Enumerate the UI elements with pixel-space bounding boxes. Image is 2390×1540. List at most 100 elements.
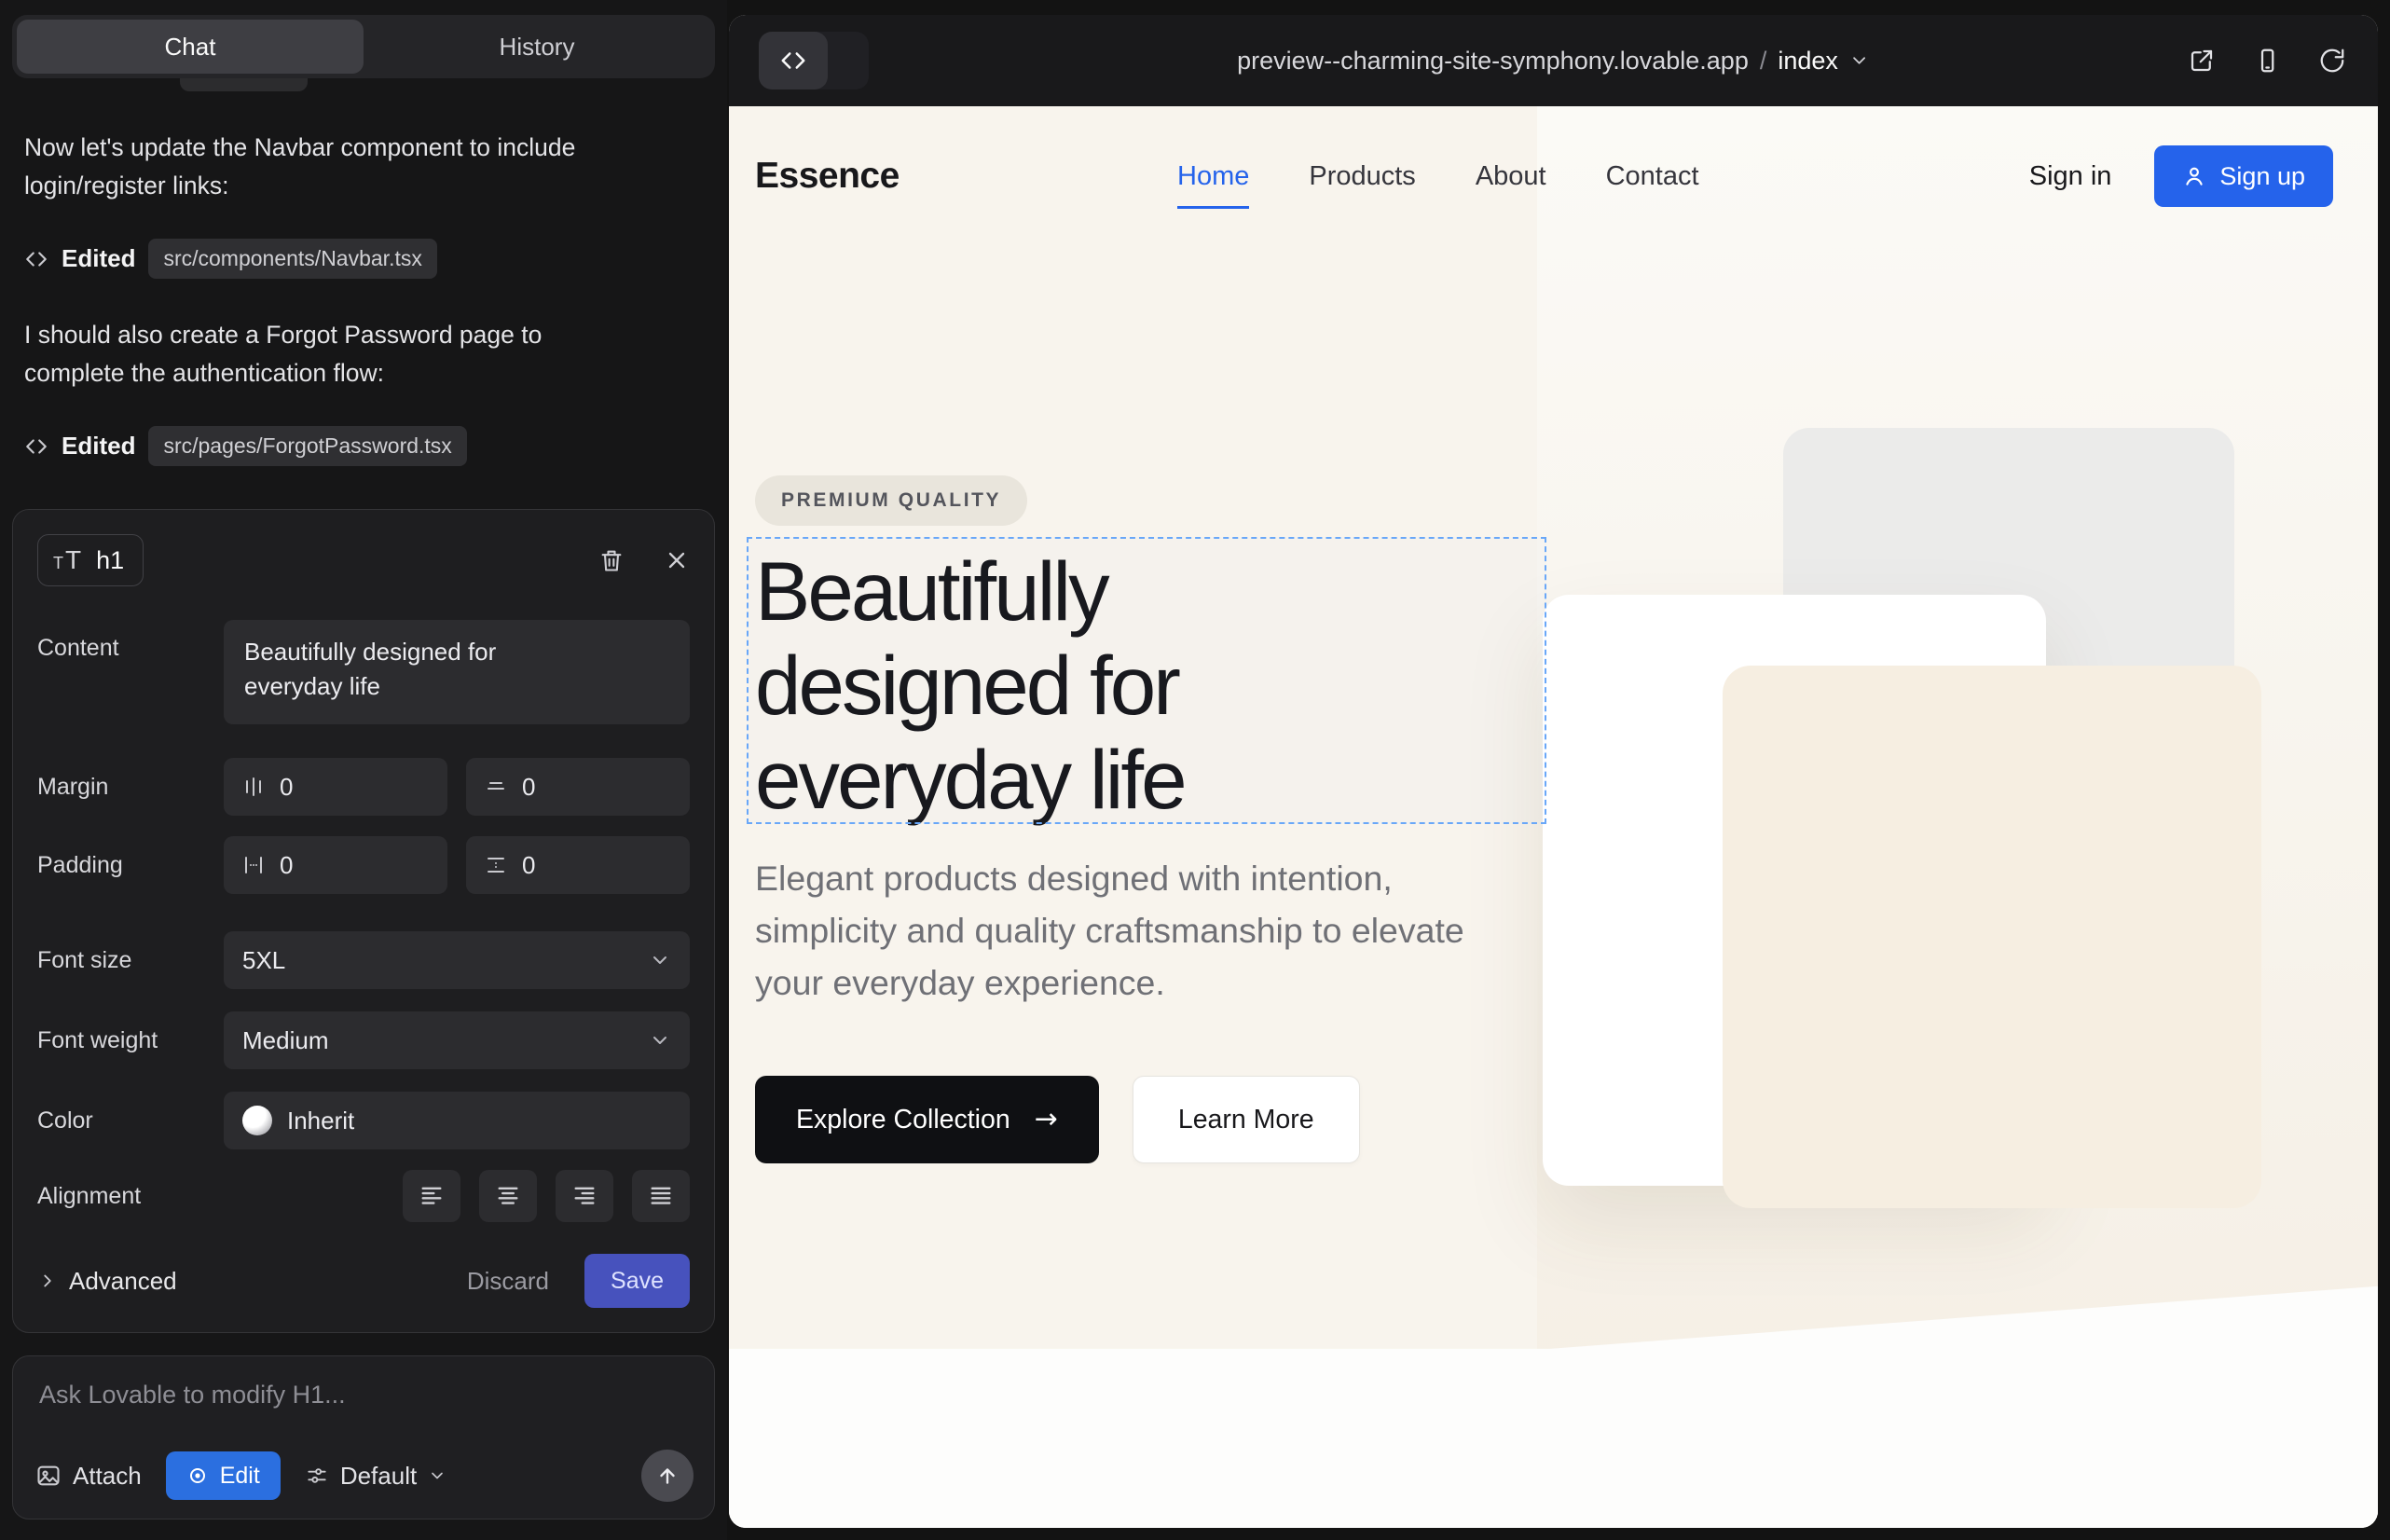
refresh-icon bbox=[2318, 47, 2346, 75]
send-button[interactable] bbox=[641, 1450, 694, 1502]
composer-input[interactable]: Ask Lovable to modify H1... bbox=[39, 1381, 688, 1409]
editor-footer: Advanced Discard Save bbox=[37, 1254, 690, 1308]
margin-y-input[interactable]: 0 bbox=[466, 758, 690, 816]
chat-message: I should also create a Forgot Password p… bbox=[24, 316, 587, 392]
open-external-button[interactable] bbox=[2188, 47, 2216, 75]
file-badge[interactable]: src/pages/ForgotPassword.tsx bbox=[148, 426, 466, 466]
font-weight-select[interactable]: Medium bbox=[224, 1011, 690, 1069]
attach-label: Attach bbox=[73, 1462, 142, 1491]
external-link-icon bbox=[2188, 47, 2216, 75]
align-center-button[interactable] bbox=[479, 1170, 537, 1222]
explore-collection-label: Explore Collection bbox=[796, 1105, 1010, 1135]
edited-file-row[interactable]: Edited src/components/Navbar.tsx bbox=[24, 239, 703, 279]
font-size-row: Font size 5XL bbox=[37, 931, 690, 989]
edited-label: Edited bbox=[62, 432, 135, 461]
color-label: Color bbox=[37, 1107, 224, 1134]
padding-horizontal-icon bbox=[242, 854, 265, 876]
content-row: Content Beautifully designed for everyda… bbox=[37, 620, 690, 724]
font-size-label: Font size bbox=[37, 947, 224, 974]
site-navbar: Essence Home Products About Contact Sign… bbox=[729, 106, 2378, 246]
chevron-down-icon[interactable] bbox=[1849, 50, 1870, 71]
content-label: Content bbox=[37, 620, 224, 662]
font-size-select[interactable]: 5XL bbox=[224, 931, 690, 989]
element-tag-pill: TT h1 bbox=[37, 534, 144, 586]
nav-about[interactable]: About bbox=[1476, 161, 1546, 192]
hero-cta-row: Explore Collection → Learn More bbox=[755, 1076, 1360, 1163]
font-weight-label: Font weight bbox=[37, 1027, 224, 1054]
font-weight-row: Font weight Medium bbox=[37, 1011, 690, 1069]
brand-logo[interactable]: Essence bbox=[755, 156, 900, 197]
edit-mode-button[interactable]: Edit bbox=[166, 1451, 281, 1500]
tab-history[interactable]: History bbox=[364, 20, 710, 74]
mobile-view-button[interactable] bbox=[2253, 47, 2281, 75]
sliders-icon bbox=[305, 1464, 329, 1488]
browser-frame: preview--charming-site-symphony.lovable.… bbox=[729, 15, 2378, 1528]
file-badge[interactable]: src/components/Navbar.tsx bbox=[148, 239, 436, 279]
discard-button[interactable]: Discard bbox=[461, 1267, 555, 1296]
padding-label: Padding bbox=[37, 852, 224, 879]
margin-vertical-icon bbox=[485, 776, 507, 798]
sign-in-link[interactable]: Sign in bbox=[2029, 161, 2112, 192]
padding-vertical-icon bbox=[485, 854, 507, 876]
delete-element-button[interactable] bbox=[598, 547, 625, 573]
code-preview-toggle[interactable] bbox=[759, 32, 869, 89]
sidebar-tabs: Chat History bbox=[12, 15, 715, 78]
margin-x-input[interactable]: 0 bbox=[224, 758, 447, 816]
hero-paragraph[interactable]: Elegant products designed with intention… bbox=[755, 852, 1501, 1009]
font-weight-value: Medium bbox=[242, 1026, 328, 1055]
save-button[interactable]: Save bbox=[584, 1254, 690, 1308]
margin-row: Margin 0 0 bbox=[37, 758, 690, 816]
padding-y-input[interactable]: 0 bbox=[466, 836, 690, 894]
align-left-button[interactable] bbox=[403, 1170, 460, 1222]
nav-home[interactable]: Home bbox=[1177, 161, 1249, 192]
margin-y-value: 0 bbox=[522, 773, 535, 802]
editor-header: TT h1 bbox=[37, 534, 690, 586]
edited-file-row[interactable]: Edited src/pages/ForgotPassword.tsx bbox=[24, 426, 703, 466]
padding-x-value: 0 bbox=[280, 851, 293, 880]
chat-composer[interactable]: Ask Lovable to modify H1... Attach Edit bbox=[12, 1355, 715, 1519]
url-bar[interactable]: preview--charming-site-symphony.lovable.… bbox=[1237, 47, 1870, 76]
attach-button[interactable]: Attach bbox=[35, 1462, 142, 1491]
url-separator: / bbox=[1760, 47, 1767, 76]
nav-products[interactable]: Products bbox=[1309, 161, 1415, 192]
sign-up-button[interactable]: Sign up bbox=[2154, 145, 2333, 207]
clipped-chip bbox=[180, 78, 308, 91]
headline-line: designed for bbox=[755, 639, 1185, 733]
code-icon bbox=[24, 247, 48, 271]
learn-more-button[interactable]: Learn More bbox=[1133, 1076, 1360, 1163]
color-swatch bbox=[242, 1106, 272, 1135]
default-mode-button[interactable]: Default bbox=[305, 1462, 446, 1491]
align-justify-button[interactable] bbox=[632, 1170, 690, 1222]
color-row: Color Inherit bbox=[37, 1092, 690, 1149]
refresh-button[interactable] bbox=[2318, 47, 2346, 75]
chrome-actions bbox=[2188, 47, 2346, 75]
site-preview: Essence Home Products About Contact Sign… bbox=[729, 106, 2378, 1528]
sign-up-label: Sign up bbox=[2219, 162, 2305, 191]
url-host: preview--charming-site-symphony.lovable.… bbox=[1237, 47, 1749, 76]
code-icon bbox=[759, 32, 828, 89]
advanced-toggle[interactable]: Advanced bbox=[37, 1267, 177, 1296]
color-select[interactable]: Inherit bbox=[224, 1092, 690, 1149]
chat-message: Now let's update the Navbar component to… bbox=[24, 129, 587, 205]
url-page[interactable]: index bbox=[1778, 47, 1838, 76]
hero-headline[interactable]: Beautifully designed for everyday life bbox=[755, 544, 1185, 827]
nav-contact[interactable]: Contact bbox=[1606, 161, 1699, 192]
alignment-row: Alignment bbox=[37, 1170, 690, 1222]
chevron-down-icon bbox=[649, 1029, 671, 1052]
margin-label: Margin bbox=[37, 774, 224, 801]
explore-collection-button[interactable]: Explore Collection → bbox=[755, 1076, 1099, 1163]
content-input[interactable]: Beautifully designed for everyday life bbox=[224, 620, 690, 724]
align-right-button[interactable] bbox=[556, 1170, 613, 1222]
advanced-label: Advanced bbox=[69, 1267, 177, 1296]
target-icon bbox=[186, 1464, 209, 1487]
decorative-card-beige bbox=[1723, 666, 2261, 1208]
preview-pane: preview--charming-site-symphony.lovable.… bbox=[727, 0, 2390, 1540]
close-editor-button[interactable] bbox=[664, 547, 690, 573]
padding-y-value: 0 bbox=[522, 851, 535, 880]
element-tag-label: h1 bbox=[96, 546, 124, 575]
padding-x-input[interactable]: 0 bbox=[224, 836, 447, 894]
person-icon bbox=[2182, 164, 2206, 188]
smartphone-icon bbox=[2253, 47, 2281, 75]
text-size-icon: TT bbox=[53, 547, 81, 573]
tab-chat[interactable]: Chat bbox=[17, 20, 364, 74]
